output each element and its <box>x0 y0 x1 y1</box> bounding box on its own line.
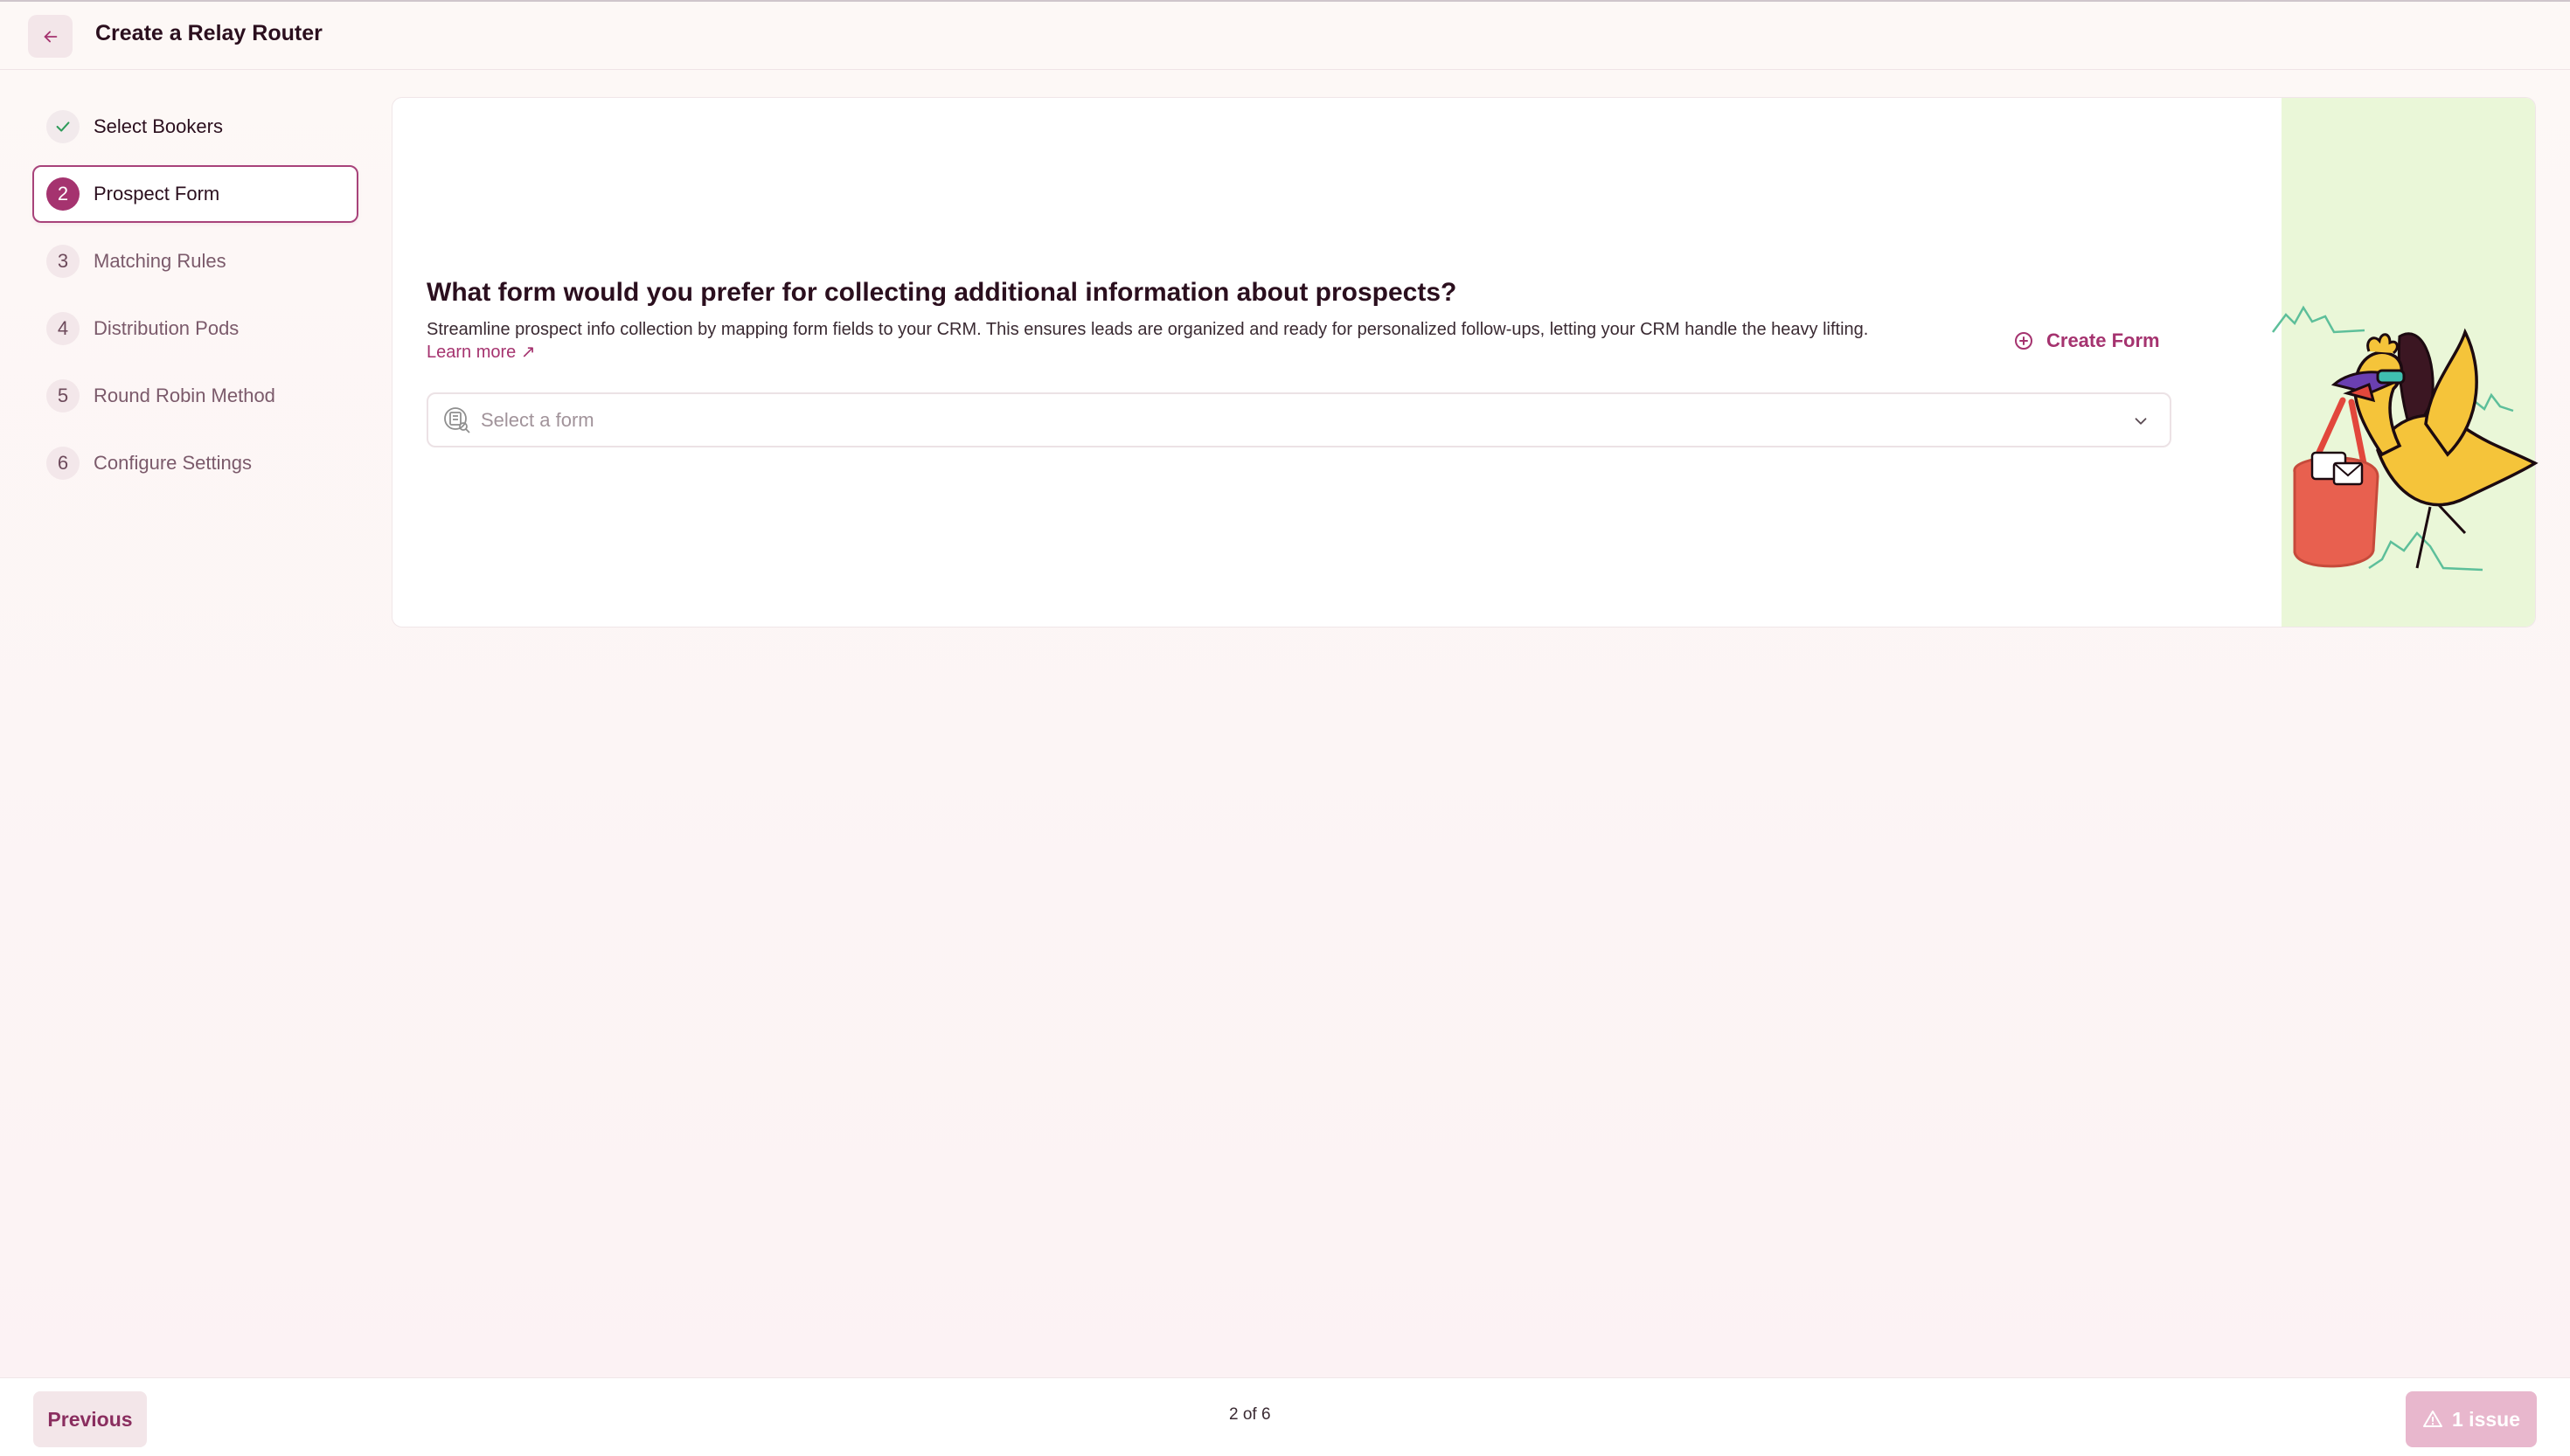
bird-delivery-illustration <box>2272 305 2539 572</box>
page-title: Create a Relay Router <box>95 21 323 45</box>
step-matching-rules[interactable]: 3 Matching Rules <box>32 232 358 290</box>
step-number: 4 <box>46 312 80 345</box>
step-label: Round Robin Method <box>94 385 275 406</box>
plus-circle-icon <box>2015 332 2032 350</box>
step-select-bookers[interactable]: Select Bookers <box>32 98 358 156</box>
arrow-left-icon <box>44 31 57 42</box>
learn-more-link[interactable]: Learn more ↗ <box>427 341 1983 364</box>
back-button[interactable] <box>28 15 73 58</box>
warning-icon <box>2423 1411 2442 1427</box>
section-question: What form would you prefer for collectin… <box>427 278 1457 307</box>
step-number: 6 <box>46 447 80 480</box>
step-prospect-form[interactable]: 2 Prospect Form <box>32 165 358 223</box>
footer-bar: Previous 2 of 6 1 issue <box>0 1377 2570 1456</box>
step-label: Distribution Pods <box>94 317 240 339</box>
previous-button[interactable]: Previous <box>33 1391 147 1447</box>
check-icon <box>46 110 80 143</box>
step-configure-settings[interactable]: 6 Configure Settings <box>32 434 358 492</box>
step-label: Prospect Form <box>94 183 220 205</box>
step-counter: 2 of 6 <box>1229 1405 1271 1424</box>
step-number: 2 <box>46 177 80 211</box>
description-text: Streamline prospect info collection by m… <box>427 320 1869 339</box>
issues-button[interactable]: 1 issue <box>2406 1391 2537 1447</box>
step-label: Matching Rules <box>94 250 226 272</box>
create-form-button[interactable]: Create Form <box>2013 329 2160 352</box>
form-search-icon <box>444 406 470 433</box>
select-placeholder: Select a form <box>481 408 594 431</box>
step-round-robin-method[interactable]: 5 Round Robin Method <box>32 367 358 425</box>
step-label: Select Bookers <box>94 115 223 137</box>
step-distribution-pods[interactable]: 4 Distribution Pods <box>32 300 358 357</box>
step-number: 5 <box>46 379 80 413</box>
section-description: Streamline prospect info collection by m… <box>427 318 1983 364</box>
step-label: Configure Settings <box>94 452 252 474</box>
top-header: Create a Relay Router <box>0 0 2570 70</box>
create-form-label: Create Form <box>2046 329 2160 351</box>
wizard-steps: Select Bookers 2 Prospect Form 3 Matchin… <box>32 98 358 502</box>
form-select[interactable]: Select a form <box>427 392 2171 447</box>
step-number: 3 <box>46 245 80 278</box>
chevron-down-icon <box>2135 418 2147 425</box>
issues-label: 1 issue <box>2452 1407 2520 1431</box>
